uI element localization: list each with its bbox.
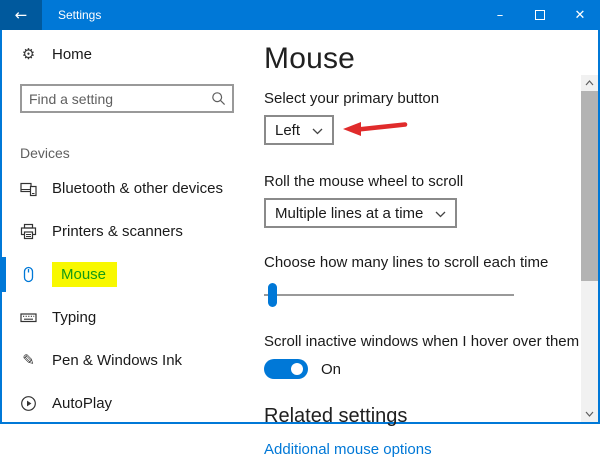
mouse-icon [20, 266, 37, 283]
additional-mouse-options-link[interactable]: Additional mouse options [264, 441, 579, 458]
sidebar-item-label: Bluetooth & other devices [52, 180, 223, 197]
keyboard-icon [20, 309, 37, 326]
sidebar-item-pen[interactable]: ✎ Pen & Windows Ink [2, 339, 252, 382]
sidebar-item-label: AutoPlay [52, 395, 112, 412]
sidebar-item-printers[interactable]: Printers & scanners [2, 210, 252, 253]
back-button[interactable]: ← [0, 0, 42, 30]
chevron-down-icon [435, 205, 446, 222]
inactive-windows-toggle[interactable] [264, 359, 308, 379]
maximize-button[interactable] [520, 0, 560, 30]
minimize-icon: – [497, 8, 504, 23]
search-box[interactable] [20, 84, 234, 113]
primary-button-label: Select your primary button [264, 90, 579, 107]
gear-icon: ⚙ [20, 46, 37, 63]
sidebar-item-label: Printers & scanners [52, 223, 183, 240]
scrollbar[interactable] [581, 75, 598, 422]
sidebar-item-label: Pen & Windows Ink [52, 352, 182, 369]
sidebar-item-home[interactable]: ⚙ Home [2, 34, 252, 74]
window-controls: – ✕ [480, 0, 600, 30]
scroll-lines-slider[interactable] [264, 283, 514, 307]
primary-button-dropdown[interactable]: Left [264, 115, 334, 145]
dropdown-value: Left [275, 122, 300, 139]
related-settings-header: Related settings [264, 405, 579, 428]
sidebar-item-label: Typing [52, 309, 96, 326]
sidebar-item-mouse[interactable]: Mouse [2, 253, 252, 296]
pen-icon: ✎ [20, 352, 37, 369]
toggle-knob [291, 363, 303, 375]
toggle-state-label: On [321, 361, 341, 378]
wheel-scroll-label: Roll the mouse wheel to scroll [264, 173, 579, 190]
titlebar: ← Settings – ✕ [0, 0, 600, 30]
wheel-scroll-dropdown[interactable]: Multiple lines at a time [264, 198, 457, 228]
minimize-button[interactable]: – [480, 0, 520, 30]
scrollbar-up-button[interactable] [581, 75, 598, 91]
window-title: Settings [42, 0, 480, 30]
printer-icon [20, 223, 37, 240]
chevron-down-icon [312, 122, 323, 139]
sidebar-section-devices: Devices [20, 145, 252, 161]
maximize-icon [535, 10, 545, 20]
scroll-lines-label: Choose how many lines to scroll each tim… [264, 254, 579, 271]
sidebar-item-label: Home [52, 46, 92, 63]
dropdown-value: Multiple lines at a time [275, 205, 423, 222]
settings-window: ← Settings – ✕ ⚙ Home [0, 0, 600, 424]
search-icon [210, 90, 227, 107]
scrollbar-down-button[interactable] [581, 406, 598, 422]
selected-indicator [2, 257, 6, 292]
slider-track[interactable] [264, 294, 514, 296]
main-content: Mouse Select your primary button Left Ro… [252, 30, 600, 422]
red-arrow-annotation [342, 119, 408, 144]
devices-icon [20, 180, 37, 197]
back-arrow-icon: ← [15, 6, 28, 24]
search-input[interactable] [29, 91, 210, 107]
sidebar-item-autoplay[interactable]: AutoPlay [2, 382, 252, 425]
sidebar-item-bluetooth[interactable]: Bluetooth & other devices [2, 167, 252, 210]
slider-thumb[interactable] [268, 283, 277, 307]
page-title: Mouse [264, 42, 579, 76]
inactive-windows-label: Scroll inactive windows when I hover ove… [264, 333, 579, 350]
scrollbar-thumb[interactable] [581, 91, 598, 281]
close-button[interactable]: ✕ [560, 0, 600, 30]
close-icon: ✕ [575, 8, 586, 23]
autoplay-icon [20, 395, 37, 412]
sidebar-item-typing[interactable]: Typing [2, 296, 252, 339]
sidebar-item-label-highlighted: Mouse [52, 262, 117, 287]
sidebar: ⚙ Home Devices Bluetooth & other devices [2, 30, 252, 422]
